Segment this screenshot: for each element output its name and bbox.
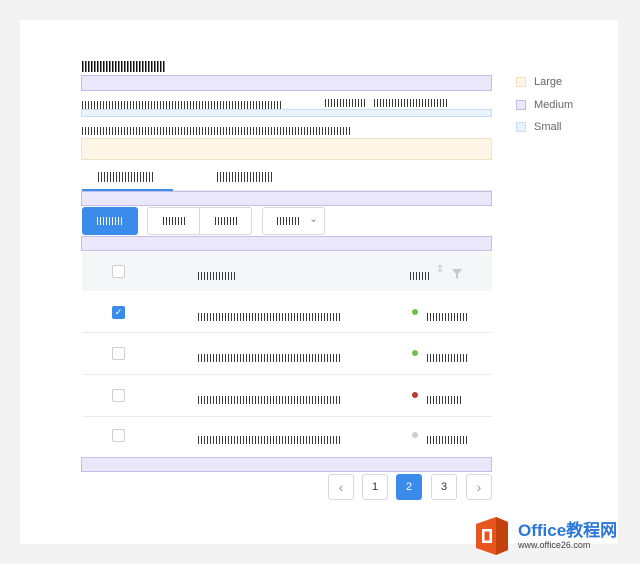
spacing-band-medium-4 (81, 457, 492, 472)
status-dot (412, 392, 418, 398)
watermark-logo: Office教程网 www.office26.com (470, 512, 617, 560)
row-checkbox[interactable] (112, 347, 125, 360)
row-status-text (427, 391, 461, 409)
table-row[interactable] (82, 375, 492, 417)
status-dot (412, 309, 418, 315)
tab-second[interactable] (217, 168, 273, 186)
group-button-left[interactable] (147, 207, 200, 235)
status-dot (412, 350, 418, 356)
row-name (198, 391, 342, 409)
row-name (198, 308, 342, 326)
pagination-prev-button[interactable]: ‹ (328, 474, 354, 500)
spacing-band-small (81, 109, 492, 117)
column-header-name (198, 267, 236, 285)
table-row[interactable] (82, 417, 492, 459)
sort-icon[interactable]: ⇕ (436, 264, 444, 275)
watermark-brand: Office教程网 (518, 521, 618, 540)
legend-swatch-large (516, 77, 526, 87)
table-row[interactable]: ✓ (82, 291, 492, 333)
spacing-band-large (81, 138, 492, 160)
row-name (198, 349, 342, 367)
pagination-page-3[interactable]: 3 (431, 474, 457, 500)
select-all-checkbox[interactable] (112, 265, 125, 278)
row-checkbox[interactable] (112, 389, 125, 402)
row-name (198, 431, 342, 449)
legend-large: Large (516, 76, 562, 88)
pagination-page-1[interactable]: 1 (362, 474, 388, 500)
dropdown-select[interactable]: ⌄ (262, 207, 325, 235)
table-row[interactable] (82, 333, 492, 375)
table-header: ⇕ (82, 252, 492, 291)
row-status-text (427, 431, 469, 449)
column-header-status (410, 267, 430, 285)
legend-swatch-small (516, 122, 526, 132)
status-dot (412, 432, 418, 438)
page-title (82, 58, 166, 76)
row-status-text (427, 349, 467, 367)
watermark-url: www.office26.com (518, 540, 591, 550)
legend-small: Small (516, 121, 562, 133)
row-checkbox[interactable]: ✓ (112, 306, 125, 319)
spacing-band-medium-2 (81, 191, 492, 206)
office-logo-icon (476, 517, 508, 555)
chevron-down-icon: ⌄ (309, 213, 319, 225)
legend-medium: Medium (516, 99, 573, 111)
tab-first[interactable] (98, 168, 154, 186)
group-button-right[interactable] (199, 207, 252, 235)
spacing-band-medium (81, 75, 492, 91)
pagination-next-button[interactable]: › (466, 474, 492, 500)
row-checkbox[interactable] (112, 429, 125, 442)
filter-icon[interactable] (452, 266, 462, 284)
primary-button[interactable] (82, 207, 138, 235)
legend-swatch-medium (516, 100, 526, 110)
spacing-band-medium-3 (81, 236, 492, 251)
row-status-text (427, 308, 467, 326)
pagination-page-2[interactable]: 2 (396, 474, 422, 500)
